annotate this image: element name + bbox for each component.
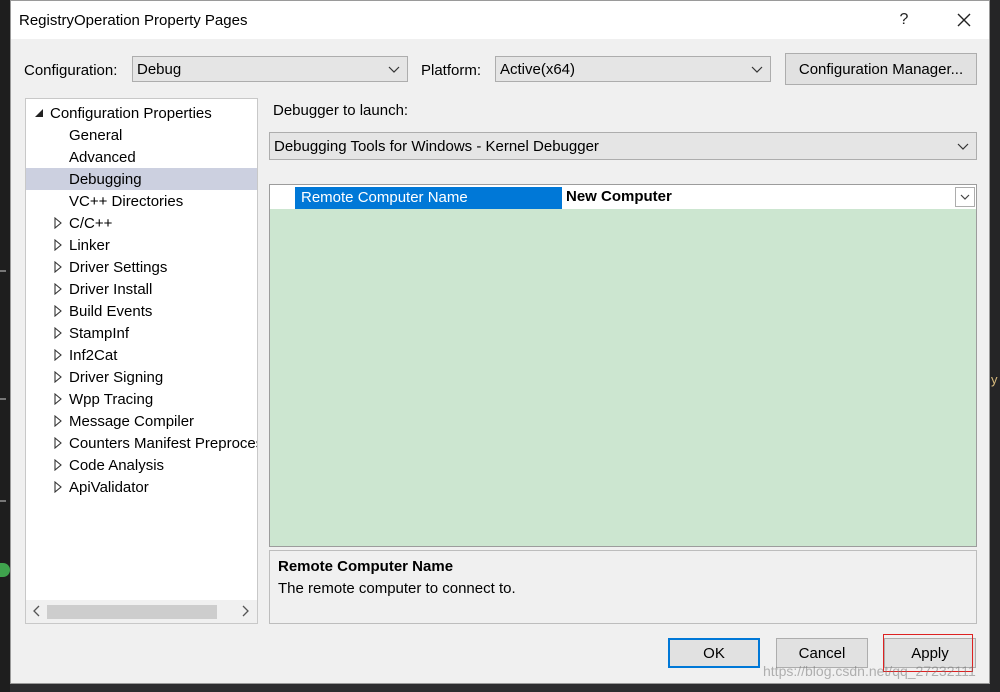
tree-item-label: Driver Install	[69, 281, 153, 298]
watermark: https://blog.csdn.net/qq_27232111	[763, 663, 976, 679]
scroll-right-icon[interactable]	[238, 604, 252, 618]
status-check-icon	[0, 563, 10, 577]
collapsed-triangle-icon[interactable]	[53, 327, 63, 339]
description-text: The remote computer to connect to.	[278, 580, 516, 597]
configuration-dropdown[interactable]: Debug	[132, 56, 408, 82]
tree-item[interactable]: Message Compiler	[26, 410, 257, 432]
debugger-value: Debugging Tools for Windows - Kernel Deb…	[274, 138, 599, 155]
property-pages-dialog: RegistryOperation Property Pages ? Confi…	[10, 0, 990, 684]
collapsed-triangle-icon[interactable]	[53, 415, 63, 427]
collapsed-triangle-icon[interactable]	[53, 393, 63, 405]
tree-item-label: Linker	[69, 237, 110, 254]
collapsed-triangle-icon[interactable]	[53, 217, 63, 229]
scrollbar-thumb[interactable]	[47, 605, 217, 619]
background-editor-glyph: y	[991, 372, 998, 387]
title-bar: RegistryOperation Property Pages ?	[11, 1, 989, 39]
tree-root-configuration-properties[interactable]: Configuration Properties	[26, 102, 257, 124]
scroll-left-icon[interactable]	[30, 604, 44, 618]
property-value[interactable]: New Computer	[566, 188, 672, 205]
editor-gutter-mark	[0, 398, 6, 400]
collapsed-triangle-icon[interactable]	[53, 437, 63, 449]
tree-horizontal-scrollbar[interactable]	[26, 600, 257, 623]
property-tree: Configuration Properties General Advanced…	[25, 98, 258, 624]
platform-value: Active(x64)	[500, 61, 576, 78]
collapsed-triangle-icon[interactable]	[53, 349, 63, 361]
configuration-manager-button[interactable]: Configuration Manager...	[785, 53, 977, 85]
chevron-down-icon	[751, 66, 763, 73]
collapsed-triangle-icon[interactable]	[53, 305, 63, 317]
editor-gutter-mark	[0, 270, 6, 272]
tree-item[interactable]: StampInf	[26, 322, 257, 344]
collapsed-triangle-icon[interactable]	[53, 371, 63, 383]
tree-root-label: Configuration Properties	[50, 105, 212, 122]
help-icon: ?	[899, 11, 909, 28]
chevron-down-icon	[960, 194, 970, 200]
tree-item[interactable]: Wpp Tracing	[26, 388, 257, 410]
tree-item-label: Message Compiler	[69, 413, 195, 430]
platform-dropdown[interactable]: Active(x64)	[495, 56, 771, 82]
tree-item[interactable]: Driver Install	[26, 278, 257, 300]
property-grid: Remote Computer Name New Computer	[269, 184, 977, 547]
chevron-down-icon	[957, 143, 969, 150]
configuration-label: Configuration:	[24, 62, 118, 79]
tree-item-label: Wpp Tracing	[69, 391, 154, 408]
collapsed-triangle-icon[interactable]	[53, 459, 63, 471]
tree-item-label: ApiValidator	[69, 479, 149, 496]
collapsed-triangle-icon[interactable]	[53, 283, 63, 295]
help-button[interactable]: ?	[886, 5, 922, 35]
tree-item[interactable]: VC++ Directories	[26, 190, 257, 212]
window-title: RegistryOperation Property Pages	[19, 12, 248, 29]
tree-item[interactable]: Driver Signing	[26, 366, 257, 388]
tree-item[interactable]: Inf2Cat	[26, 344, 257, 366]
background-editor-left	[0, 0, 10, 692]
close-icon	[957, 13, 971, 27]
editor-gutter-mark	[0, 500, 6, 502]
description-title: Remote Computer Name	[278, 558, 454, 575]
description-panel: Remote Computer Name The remote computer…	[269, 550, 977, 624]
ok-button[interactable]: OK	[668, 638, 760, 668]
tree-item[interactable]: Build Events	[26, 300, 257, 322]
tree-item-label: Driver Settings	[69, 259, 168, 276]
tree-item[interactable]: Code Analysis	[26, 454, 257, 476]
tree-item[interactable]: General	[26, 124, 257, 146]
tree-item[interactable]: Driver Settings	[26, 256, 257, 278]
tree-item[interactable]: ApiValidator	[26, 476, 257, 498]
expanded-triangle-icon	[35, 109, 43, 117]
configuration-value: Debug	[137, 61, 182, 78]
tree-item-label: Driver Signing	[69, 369, 164, 386]
tree-item-label: General	[69, 127, 123, 144]
platform-label: Platform:	[421, 62, 482, 79]
background-editor-right	[990, 0, 1000, 692]
tree-item-label: StampInf	[69, 325, 130, 342]
tree-item-label: VC++ Directories	[69, 193, 184, 210]
tree-item-label: Inf2Cat	[69, 347, 118, 364]
tree-item-label: C/C++	[69, 215, 113, 232]
tree-item[interactable]: Debugging	[26, 168, 257, 190]
property-dropdown-button[interactable]	[955, 187, 975, 207]
tree-item[interactable]: Counters Manifest Preprocessor	[26, 432, 257, 454]
tree-item[interactable]: Advanced	[26, 146, 257, 168]
debugger-launch-label: Debugger to launch:	[273, 102, 409, 119]
tree-item-label: Advanced	[69, 149, 136, 166]
tree-item-label: Build Events	[69, 303, 153, 320]
collapsed-triangle-icon[interactable]	[53, 481, 63, 493]
tree-item-label: Code Analysis	[69, 457, 165, 474]
collapsed-triangle-icon[interactable]	[53, 239, 63, 251]
collapsed-triangle-icon[interactable]	[53, 261, 63, 273]
debugger-dropdown[interactable]: Debugging Tools for Windows - Kernel Deb…	[269, 132, 977, 160]
close-button[interactable]	[946, 5, 982, 35]
property-name[interactable]: Remote Computer Name	[295, 187, 562, 209]
tree-item-label: Counters Manifest Preprocessor	[69, 435, 257, 452]
tree-item-label: Debugging	[69, 171, 142, 188]
chevron-down-icon	[388, 66, 400, 73]
property-row[interactable]: Remote Computer Name New Computer	[270, 185, 976, 209]
tree-item[interactable]: C/C++	[26, 212, 257, 234]
tree-item[interactable]: Linker	[26, 234, 257, 256]
